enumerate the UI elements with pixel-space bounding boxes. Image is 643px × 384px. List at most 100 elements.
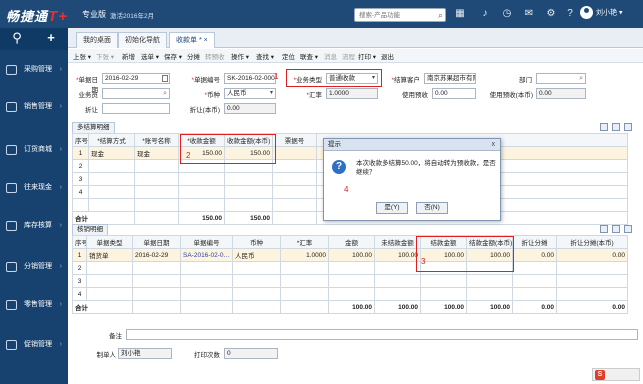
currency-select[interactable]: 人民币 ▾ [224,88,276,99]
customer-label: *结算客户 [391,77,420,84]
sidebar-item-promotion[interactable]: 促销管理 › [0,335,68,355]
table-row[interactable]: 2 [72,261,628,275]
chevron-right-icon: › [59,146,62,153]
find-button[interactable]: 查找 ▾ [256,51,274,61]
rate-field[interactable]: 1.0000 [326,88,378,99]
tab-init-nav[interactable]: 初始化导航 [118,32,167,48]
calendar-icon[interactable] [162,75,168,82]
ime-toolbar[interactable]: S [592,368,640,381]
discount-split-base-cell[interactable]: 0.00 [556,248,628,262]
sidebar-item-cash[interactable]: 往来现金 › [0,178,68,198]
search-box[interactable]: ⌕ [354,8,446,22]
activation-label: 激活2016年2月 [110,13,155,20]
sidebar-item-inventory[interactable]: 库存核算 › [0,216,68,236]
search-icon[interactable]: ⌕ [438,10,443,20]
search-icon[interactable]: ⌕ [579,74,583,83]
calendar-icon[interactable]: ▦ [453,7,467,21]
settle-method-cell[interactable]: 现金 [88,146,135,160]
sidebar-item-distribution[interactable]: 分销管理 › [0,257,68,277]
print-button[interactable]: 打印 ▾ [358,51,376,61]
memo-field[interactable] [126,329,638,340]
sidebar-item-label: 订货商城 [24,146,52,153]
dept-field[interactable]: ⌕ [536,73,586,84]
add-icon[interactable]: + [34,30,68,45]
table-settings-icon[interactable] [600,225,608,233]
split-button[interactable]: 分摊 [187,51,200,61]
discount-split-cell[interactable]: 0.00 [512,248,557,262]
dialog-title: 提示 [328,141,341,148]
edition-label: 专业版 [82,10,106,19]
rate-cell[interactable]: 1.0000 [280,248,329,262]
tab-receipt[interactable]: 收款单 * × [169,32,215,48]
total-settle-base: 100.00 [466,300,513,314]
table-row[interactable]: 3 [72,274,628,288]
sidebar-item-purchase[interactable]: 采购管理 › [0,60,68,80]
search-input[interactable] [355,9,431,21]
staff-field[interactable]: ⌕ [102,88,170,99]
user-menu[interactable]: 刘小艳 ▾ [580,6,622,19]
print-icon[interactable] [624,225,632,233]
sidebar-item-retail[interactable]: 零售管理 › [0,295,68,315]
prepay-field[interactable]: 0.00 [432,88,476,99]
select-button[interactable]: 选单 ▾ [141,51,159,61]
prompt-dialog: 提示 x ? 本次收款多结算50.00，将自动转为预收款，是否继续？ 4 是(Y)… [323,138,501,221]
save-button[interactable]: 保存 ▾ [164,51,182,61]
prepay-base-field[interactable]: 0.00 [536,88,586,99]
close-icon[interactable]: x [492,139,496,150]
chevron-right-icon: › [59,301,62,308]
message-icon[interactable]: ✉ [522,7,536,21]
row-number: 4 [72,287,87,301]
tab-desktop[interactable]: 我的桌面 [76,32,118,48]
dialog-message: 本次收款多结算50.00，将自动转为预收款，是否继续？ [356,160,496,176]
search-icon[interactable]: ⌕ [163,89,167,98]
sidebar-item-store[interactable]: 订货商城 › [0,140,68,160]
account-cell[interactable]: 现金 [134,146,179,160]
column-header: *结算方式 [88,133,135,147]
no-button[interactable]: 否(N) [416,202,448,214]
exit-button[interactable]: 退出 [381,51,394,61]
discount-field[interactable] [102,103,170,114]
cart-icon [6,65,17,75]
customer-field[interactable]: 南京苏果超市有限 [424,73,476,84]
message-button[interactable]: 消息 [324,51,337,61]
yes-button[interactable]: 是(Y) [376,202,408,214]
table-settings-icon[interactable] [600,123,608,131]
export-icon[interactable] [612,225,620,233]
table-row[interactable]: 4 [72,287,628,301]
export-icon[interactable] [612,123,620,131]
code-field[interactable]: SK-2016-02-0003 [224,73,276,84]
sidebar-item-sales[interactable]: 销售管理 › [0,97,68,117]
doc-code-link[interactable]: SA-2016-02-0… [180,248,233,262]
table-row[interactable]: 1 销货单 2016-02-29 SA-2016-02-0… 人民币 1.000… [72,248,628,262]
highlight-box-1 [286,69,382,87]
doc-date-cell: 2016-02-29 [132,248,181,262]
print-icon[interactable] [624,123,632,131]
row-number: 4 [72,185,89,199]
currency-label: *币种 [204,92,220,99]
close-icon[interactable]: × [204,37,208,44]
new-button[interactable]: 新增 [122,51,135,61]
row-number: 3 [72,172,89,186]
flow-button[interactable]: 流程 [342,51,355,61]
sidebar-quick-bar: ⚲ + [0,28,68,50]
highlight-box-2 [180,134,276,164]
bell-icon[interactable]: ♪ [478,7,492,21]
date-field[interactable]: 2016-02-29 [102,73,170,84]
discount-base-field[interactable]: 0.00 [224,103,276,114]
app-logo: 畅捷通T+ [6,6,68,25]
clock-icon[interactable]: ◷ [500,7,514,21]
next-button[interactable]: 下张 ▾ [96,51,114,61]
search-icon[interactable]: ⚲ [0,30,34,46]
to-prepay-button[interactable]: 转预收 [205,51,225,61]
gear-icon[interactable]: ⚙ [544,7,558,21]
prev-button[interactable]: 上张 ▾ [73,51,91,61]
locate-button[interactable]: 定位 [282,51,295,61]
total-discount-base: 0.00 [556,300,628,314]
prepay-label: 使用预收 [402,92,428,99]
help-icon[interactable]: ? [563,7,577,21]
operate-button[interactable]: 操作 ▾ [231,51,249,61]
link-query-button[interactable]: 联查 ▾ [300,51,318,61]
bill-cell[interactable] [272,146,317,160]
chevron-right-icon: › [59,103,62,110]
annotation-number-2: 2 [186,151,191,160]
